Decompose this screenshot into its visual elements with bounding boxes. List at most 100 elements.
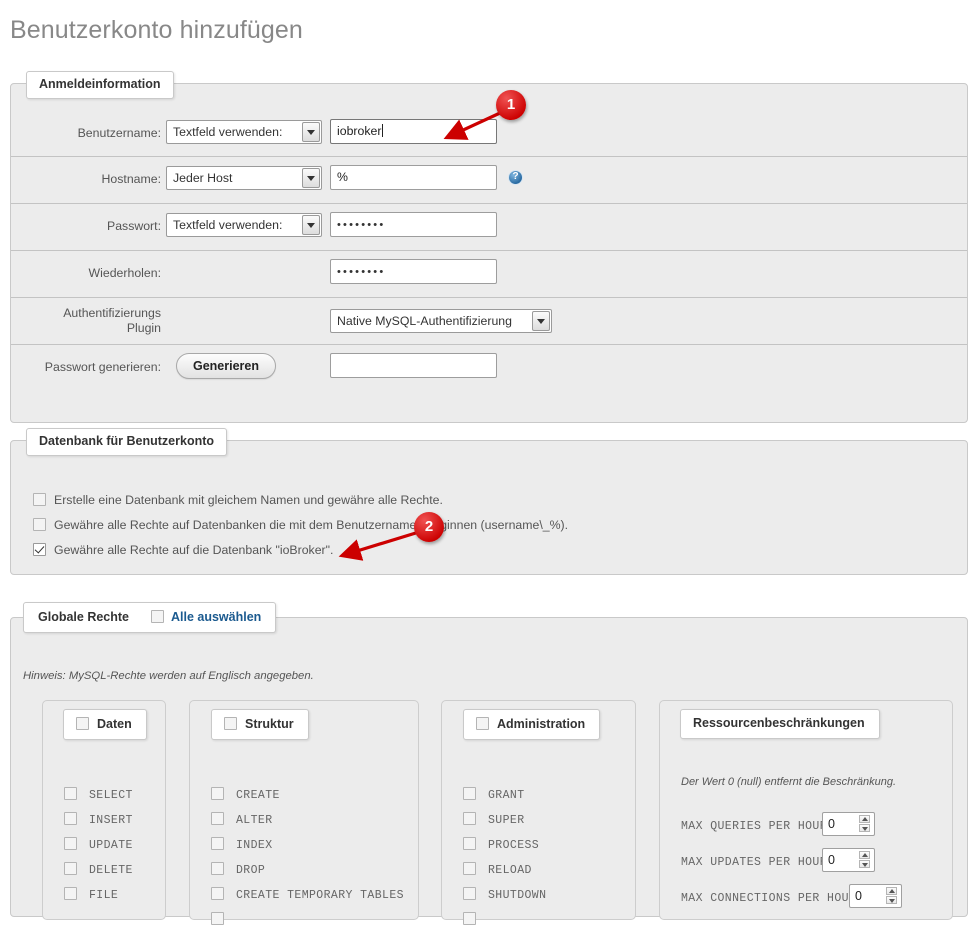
privilege-item-partial[interactable] (211, 912, 236, 927)
spinner-down-icon[interactable] (859, 860, 870, 868)
privilege-item[interactable]: CREATE (211, 787, 280, 802)
max-connections-per-hour-input[interactable]: 0 (849, 884, 902, 908)
checkbox-privilege-index[interactable] (211, 837, 224, 850)
checkbox-privilege-alter[interactable] (211, 812, 224, 825)
privilege-label: UPDATE (89, 839, 133, 852)
checkbox-privilege-insert[interactable] (64, 812, 77, 825)
privilege-label: INDEX (236, 839, 273, 852)
resource-limits-legend: Ressourcenbeschränkungen (680, 709, 880, 739)
privilege-item[interactable]: INSERT (64, 812, 133, 827)
help-icon[interactable] (508, 170, 523, 185)
checkbox-privilege-delete[interactable] (64, 862, 77, 875)
privilege-item[interactable]: SHUTDOWN (463, 887, 546, 902)
privileges-column-structure-legend[interactable]: Struktur (211, 709, 309, 740)
chevron-down-icon[interactable] (302, 168, 320, 188)
checkbox-privilege-next[interactable] (211, 912, 224, 925)
checkbox-privilege-super[interactable] (463, 812, 476, 825)
password-repeat-input-value: •••••••• (337, 266, 386, 278)
privilege-item[interactable]: SELECT (64, 787, 133, 802)
page-title: Benutzerkonto hinzufügen (10, 16, 303, 44)
resource-limit-row: MAX QUERIES PER HOUR (681, 820, 827, 833)
checkbox-privilege-create[interactable] (211, 787, 224, 800)
checkbox-privilege-reload[interactable] (463, 862, 476, 875)
privilege-item[interactable]: PROCESS (463, 837, 539, 852)
max-queries-per-hour-value: 0 (828, 817, 835, 831)
resource-limit-label: MAX UPDATES PER HOUR (681, 856, 828, 869)
chevron-down-icon[interactable] (302, 122, 320, 142)
checkbox-select-all[interactable] (151, 610, 164, 623)
username-label: Benutzername: (77, 126, 161, 140)
privileges-column-administration-legend[interactable]: Administration (463, 709, 601, 740)
generated-password-input[interactable] (330, 353, 497, 378)
username-input[interactable]: iobroker (330, 119, 497, 144)
spinner-up-icon[interactable] (859, 851, 870, 859)
privilege-label: ALTER (236, 814, 273, 827)
hostname-mode-select[interactable]: Jeder Host (166, 166, 322, 190)
login-information-fieldset: Anmeldeinformation Benutzername: Textfel… (10, 71, 968, 423)
chevron-down-icon[interactable] (532, 311, 550, 331)
checkbox-privilege-select[interactable] (64, 787, 77, 800)
database-option-row[interactable]: Gewähre alle Rechte auf die Datenbank "i… (33, 543, 333, 557)
username-mode-value: Textfeld verwenden: (173, 125, 283, 139)
generate-password-button[interactable]: Generieren (176, 353, 277, 379)
resource-limits-label: Ressourcenbeschränkungen (693, 716, 865, 730)
privilege-item[interactable]: CREATE TEMPORARY TABLES (211, 887, 404, 902)
database-for-user-fieldset: Datenbank für Benutzerkonto Erstelle ein… (10, 428, 968, 575)
privilege-item[interactable]: GRANT (463, 787, 525, 802)
checkbox-privilege-next[interactable] (463, 912, 476, 925)
checkbox-wildcard-database[interactable] (33, 518, 46, 531)
privilege-item[interactable]: INDEX (211, 837, 273, 852)
username-mode-select[interactable]: Textfeld verwenden: (166, 120, 322, 144)
privilege-label: SELECT (89, 789, 133, 802)
checkbox-create-database[interactable] (33, 493, 46, 506)
checkbox-privilege-create-temp-tables[interactable] (211, 887, 224, 900)
checkbox-grant-iobroker-database[interactable] (33, 543, 46, 556)
privileges-column-data-label: Daten (97, 717, 132, 731)
max-queries-per-hour-input[interactable]: 0 (822, 812, 875, 836)
select-all-control[interactable]: Alle auswählen (151, 610, 261, 624)
checkbox-column-administration[interactable] (476, 717, 489, 730)
chevron-down-icon[interactable] (302, 215, 320, 235)
spinner-up-icon[interactable] (859, 815, 870, 823)
auth-plugin-label-line2: Plugin (126, 321, 161, 335)
resource-limit-label: MAX CONNECTIONS PER HOUR (681, 892, 857, 905)
privileges-column-data-legend[interactable]: Daten (63, 709, 147, 740)
form-row-username: Benutzername: Textfeld verwenden: iobrok… (11, 111, 967, 157)
password-repeat-input[interactable]: •••••••• (330, 259, 497, 284)
checkbox-column-structure[interactable] (224, 717, 237, 730)
resource-limit-label: MAX QUERIES PER HOUR (681, 820, 828, 833)
privilege-item[interactable]: DELETE (64, 862, 133, 877)
password-mode-value: Textfeld verwenden: (173, 218, 283, 232)
privilege-item[interactable]: UPDATE (64, 837, 133, 852)
spinner-up-icon[interactable] (886, 887, 897, 895)
password-repeat-label: Wiederholen: (88, 266, 161, 280)
form-row-password-repeat: Wiederholen: •••••••• (11, 251, 967, 298)
privilege-item[interactable]: RELOAD (463, 862, 532, 877)
hostname-label: Hostname: (101, 172, 161, 186)
checkbox-privilege-grant[interactable] (463, 787, 476, 800)
checkbox-privilege-process[interactable] (463, 837, 476, 850)
database-option-row[interactable]: Erstelle eine Datenbank mit gleichem Nam… (33, 493, 443, 507)
auth-plugin-value: Native MySQL-Authentifizierung (337, 314, 512, 328)
checkbox-privilege-file[interactable] (64, 887, 77, 900)
hostname-input[interactable]: % (330, 165, 497, 190)
password-input[interactable]: •••••••• (330, 212, 497, 237)
database-option-row[interactable]: Gewähre alle Rechte auf Datenbanken die … (33, 518, 568, 532)
rights-note: Hinweis: MySQL-Rechte werden auf Englisc… (23, 670, 314, 682)
select-all-label: Alle auswählen (171, 610, 262, 624)
checkbox-privilege-drop[interactable] (211, 862, 224, 875)
login-information-legend: Anmeldeinformation (26, 71, 174, 99)
checkbox-privilege-update[interactable] (64, 837, 77, 850)
password-mode-select[interactable]: Textfeld verwenden: (166, 213, 322, 237)
privilege-item[interactable]: ALTER (211, 812, 273, 827)
privilege-item[interactable]: FILE (64, 887, 118, 902)
checkbox-privilege-shutdown[interactable] (463, 887, 476, 900)
privilege-item-partial[interactable] (463, 912, 488, 927)
spinner-down-icon[interactable] (886, 896, 897, 904)
privilege-item[interactable]: DROP (211, 862, 265, 877)
auth-plugin-select[interactable]: Native MySQL-Authentifizierung (330, 309, 552, 333)
max-updates-per-hour-input[interactable]: 0 (822, 848, 875, 872)
spinner-down-icon[interactable] (859, 824, 870, 832)
checkbox-column-data[interactable] (76, 717, 89, 730)
privilege-item[interactable]: SUPER (463, 812, 525, 827)
